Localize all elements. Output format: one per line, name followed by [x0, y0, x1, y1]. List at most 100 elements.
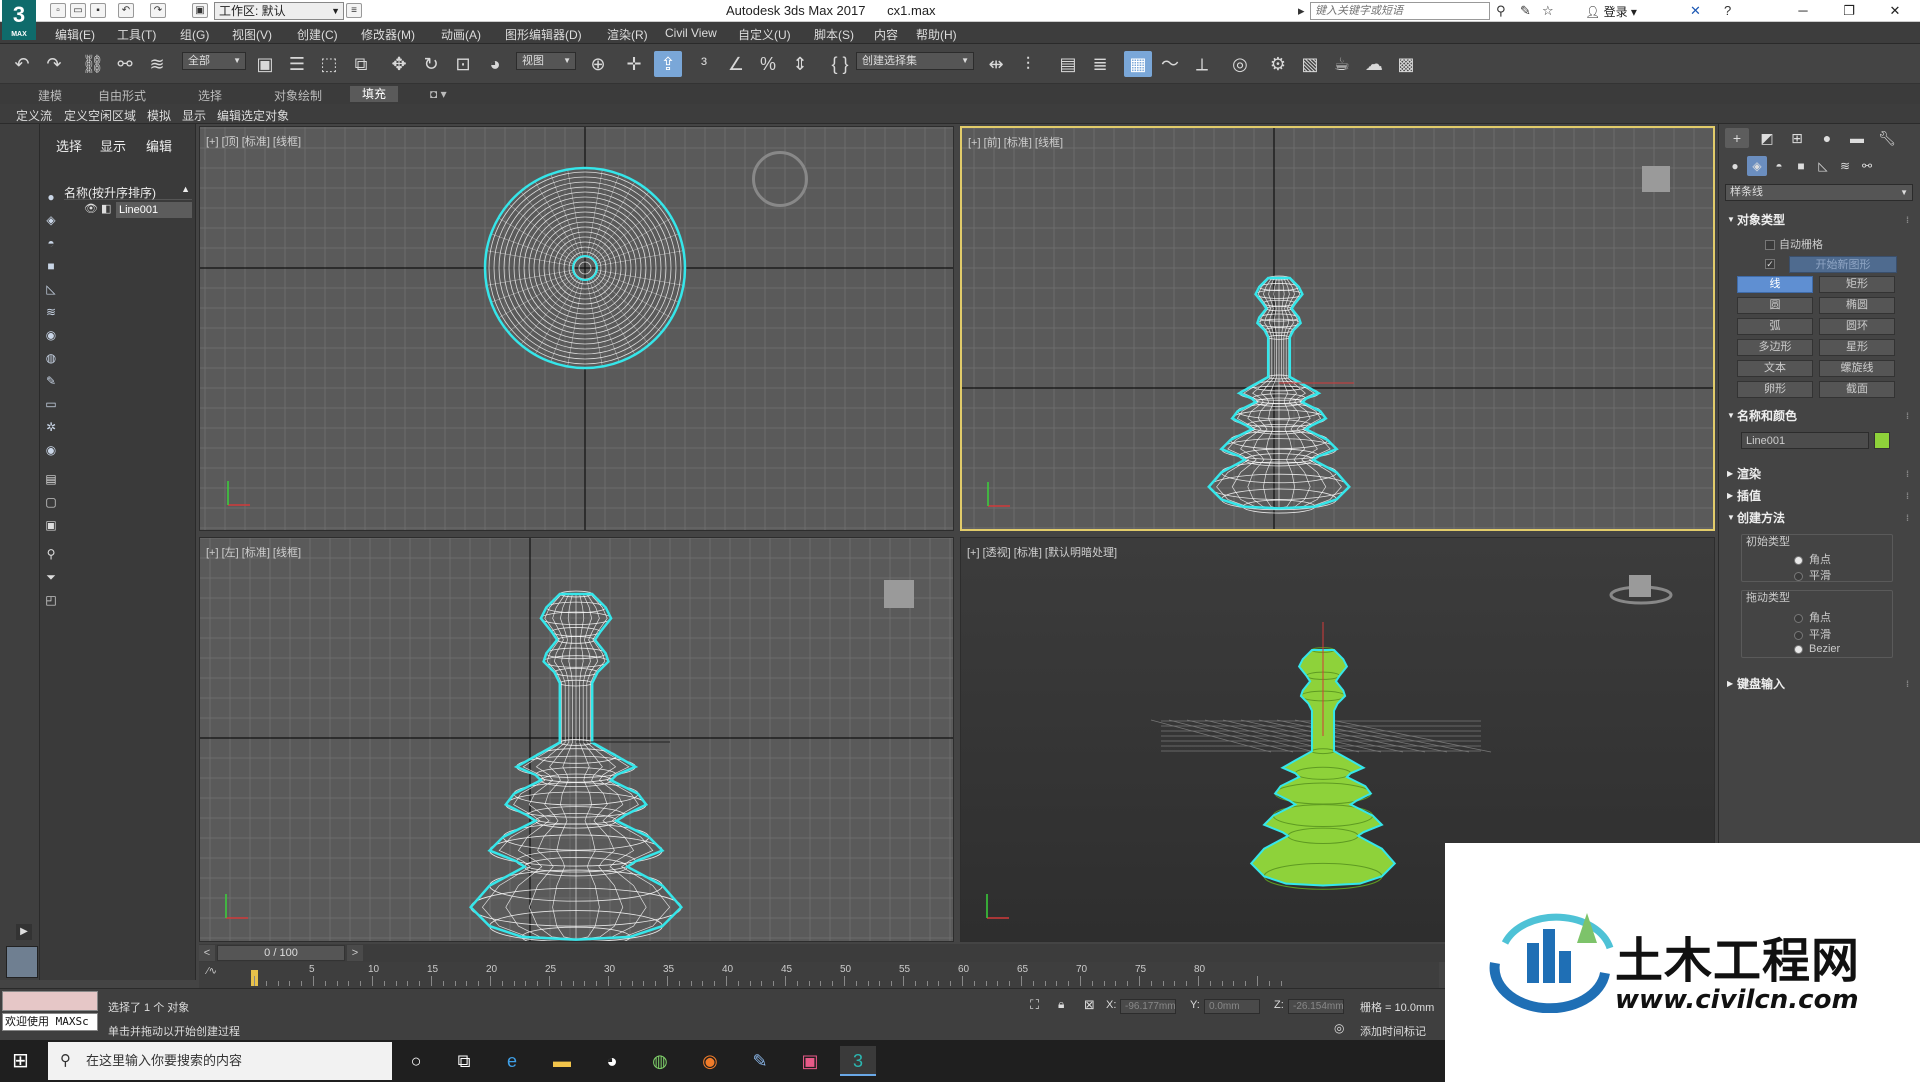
display-groups-icon[interactable]: ◉ — [42, 326, 60, 344]
menu-help[interactable]: 帮助(H) — [916, 26, 957, 43]
shape-button-section[interactable]: 截面 — [1819, 381, 1895, 398]
rotate-icon[interactable]: ↻ — [417, 51, 445, 77]
material-editor-icon[interactable]: ◎ — [1226, 51, 1254, 77]
viewport-left[interactable]: [+] [左] [标准] [线框] — [199, 537, 954, 942]
spinner-snap-icon[interactable]: ⇕ — [786, 51, 814, 77]
redo-quick-icon[interactable]: ↷ — [150, 3, 166, 18]
display-hidden-icon[interactable]: ▤ — [42, 470, 60, 488]
display-all-icon[interactable]: ▢ — [42, 493, 60, 511]
snaps-toggle-icon[interactable]: ³ — [690, 51, 718, 77]
initial-corner-radio[interactable]: 角点 — [1794, 551, 1831, 567]
next-frame-icon[interactable]: > — [347, 945, 363, 961]
schematic-view-icon[interactable]: ⟂ — [1188, 51, 1216, 77]
viewcube-left-icon[interactable] — [884, 580, 914, 608]
cameras-category-icon[interactable]: ■ — [1791, 156, 1811, 176]
display-spacewarps-icon[interactable]: ≋ — [42, 303, 60, 321]
binoculars-icon[interactable]: ⚲ — [1496, 3, 1506, 19]
shape-button-rectangle[interactable]: 矩形 — [1819, 276, 1895, 293]
display-bones-icon[interactable]: ✎ — [42, 372, 60, 390]
lights-category-icon[interactable]: ◓ — [1769, 156, 1789, 176]
menu-content[interactable]: 内容 — [874, 26, 898, 43]
open-file-icon[interactable]: ▭ — [70, 3, 86, 18]
select-by-name-icon[interactable]: ☰ — [283, 51, 311, 77]
ribbon-tab-selection[interactable]: 选择 — [198, 87, 222, 104]
firefox-icon[interactable]: ◉ — [692, 1046, 728, 1076]
login-button[interactable]: 👤︎ 登录 ▾ — [1585, 3, 1637, 20]
initial-smooth-radio[interactable]: 平滑 — [1794, 567, 1831, 583]
placement-icon[interactable]: ◕ — [481, 51, 509, 77]
cortana-icon[interactable]: ○ — [398, 1046, 434, 1076]
drag-bezier-radio[interactable]: Bezier — [1794, 643, 1840, 655]
curve-editor-mini-icon[interactable]: ⁄∿ — [207, 966, 217, 977]
start-new-shape-checkbox[interactable]: ✓ — [1765, 258, 1779, 270]
hierarchy-tab-icon[interactable]: ⊞ — [1785, 128, 1809, 148]
filter-icon[interactable]: ⏷ — [42, 568, 60, 586]
viewport-top[interactable]: [+] [顶] [标准] [线框] — [199, 126, 954, 531]
maxscript-listener-output[interactable]: 欢迎使用 MAXSc — [2, 1013, 98, 1031]
rollout-object-type[interactable]: ▼ 对象类型 ⁞ — [1725, 212, 1913, 228]
helpers-category-icon[interactable]: ◺ — [1813, 156, 1833, 176]
layer-icon[interactable]: ◰ — [42, 591, 60, 609]
find-icon[interactable]: ⚲ — [42, 545, 60, 563]
media-app-icon[interactable]: ▣ — [792, 1046, 828, 1076]
link-icon[interactable]: ⛓ — [79, 51, 107, 77]
bind-spacewarp-icon[interactable]: ≋ — [143, 51, 171, 77]
ribbon-define-idle-areas[interactable]: 定义空闲区域 — [64, 107, 136, 124]
menu-create[interactable]: 创建(C) — [297, 26, 338, 43]
reference-coord-select[interactable]: 视图 ▼ — [516, 52, 576, 70]
file-explorer-icon[interactable]: ▬ — [544, 1046, 580, 1076]
layer-explorer-icon[interactable]: ≣ — [1086, 51, 1114, 77]
project-folder-icon[interactable]: ▣ — [192, 3, 208, 18]
unlink-icon[interactable]: ⚯ — [111, 51, 139, 77]
visibility-eye-icon[interactable]: 👁︎ ◧ — [84, 202, 111, 215]
display-xrefs-icon[interactable]: ◍ — [42, 349, 60, 367]
render-online-icon[interactable]: ☁ — [1360, 51, 1388, 77]
help-icon[interactable]: ? — [1724, 3, 1731, 18]
shape-button-star[interactable]: 星形 — [1819, 339, 1895, 356]
start-new-shape-button[interactable]: 开始新图形 — [1789, 256, 1897, 273]
scene-explorer-toggle-icon[interactable]: ▤ — [1054, 51, 1082, 77]
modify-tab-icon[interactable]: ◩ — [1755, 128, 1779, 148]
mirror-icon[interactable]: ⇹ — [982, 51, 1010, 77]
ribbon-simulate[interactable]: 模拟 — [147, 107, 171, 124]
selection-lock-icon[interactable]: 🔒︎ — [1058, 997, 1064, 1012]
menu-rendering[interactable]: 渲染(R) — [607, 26, 648, 43]
viewcube-front-icon[interactable] — [1642, 166, 1670, 192]
pivot-center-icon[interactable]: ⊕ — [584, 51, 612, 77]
align-icon[interactable]: ⫶ — [1014, 51, 1042, 77]
percent-snap-icon[interactable]: % — [754, 51, 782, 77]
z-coord-field[interactable]: -26.154mm — [1288, 999, 1344, 1014]
viewport-front[interactable]: [+] [前] [标准] [线框] — [960, 126, 1715, 531]
chat-app-icon[interactable]: ◕ — [594, 1046, 630, 1076]
explorer-tab-display[interactable]: 显示 — [100, 136, 126, 155]
display-cameras-icon[interactable]: ■ — [42, 257, 60, 275]
shape-button-line[interactable]: 线 — [1737, 276, 1813, 293]
toggle-ribbon-icon[interactable]: ▦ — [1124, 51, 1152, 77]
ribbon-define-flows[interactable]: 定义流 — [16, 107, 52, 124]
x-coord-field[interactable]: -96.177mm — [1120, 999, 1176, 1014]
ribbon-tab-object-paint[interactable]: 对象绘制 — [274, 87, 322, 104]
display-frozen-icon[interactable]: ◉ — [42, 441, 60, 459]
absolute-mode-icon[interactable]: ⊠ — [1084, 997, 1095, 1013]
rollout-name-color[interactable]: ▼ 名称和颜色 ⁞ — [1725, 408, 1913, 424]
shape-button-text[interactable]: 文本 — [1737, 360, 1813, 377]
menu-chevron-icon[interactable]: ≡ — [346, 3, 362, 18]
track-bar[interactable]: ⁄∿ 5 10 15 20 25 30 35 40 45 50 55 60 65 70 75 80 — [199, 962, 1439, 988]
menu-tools[interactable]: 工具(T) — [117, 26, 156, 43]
shapes-category-icon[interactable]: ◈ — [1747, 156, 1767, 176]
spacewarps-category-icon[interactable]: ≋ — [1835, 156, 1855, 176]
menu-graph-editors[interactable]: 图形编辑器(D) — [505, 26, 582, 43]
render-setup-icon[interactable]: ⚙ — [1264, 51, 1292, 77]
rollout-rendering[interactable]: ▶ 渲染 ⁞ — [1725, 466, 1913, 482]
new-file-icon[interactable]: ▫ — [50, 3, 66, 18]
time-slider-thumb[interactable]: 0 / 100 — [217, 945, 345, 961]
systems-category-icon[interactable]: ⚯ — [1857, 156, 1877, 176]
time-tag-icon[interactable]: ◎ — [1334, 1021, 1344, 1035]
notepad-icon[interactable]: ✎ — [742, 1046, 778, 1076]
select-manipulate-icon[interactable]: ✛ — [620, 51, 648, 77]
favorites-star-icon[interactable]: ☆ — [1542, 3, 1554, 19]
explorer-column-header[interactable]: 名称(按升序排序) ▲ — [64, 184, 192, 200]
menu-animation[interactable]: 动画(A) — [441, 26, 481, 43]
ribbon-display[interactable]: 显示 — [182, 107, 206, 124]
rollout-interpolation[interactable]: ▶ 插值 ⁞ — [1725, 488, 1913, 504]
